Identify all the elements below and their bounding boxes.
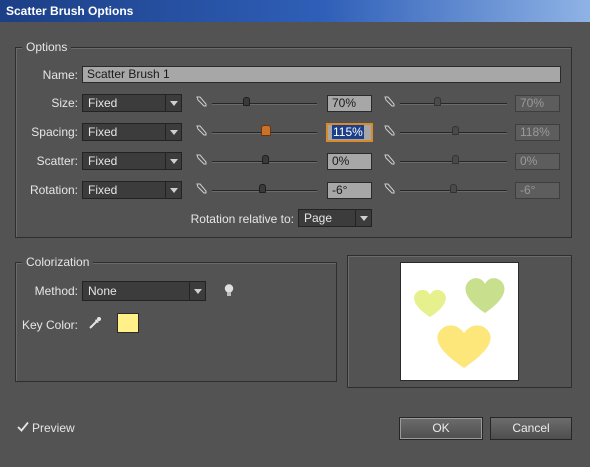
rotation-relative-select[interactable]: Page [298,209,372,227]
pressure-pen-icon [196,125,207,136]
heart-shape [465,278,505,313]
name-field[interactable]: Scatter Brush 1 [82,66,561,83]
pressure-pen-icon [196,96,207,107]
pressure-pen-icon [384,183,395,194]
method-select[interactable]: None [82,281,206,301]
scatter-mode-select[interactable]: Fixed [82,152,182,170]
scatter-slider-thumb[interactable] [262,155,269,164]
heart-shape [414,289,446,317]
scatter-max-slider-thumb [452,155,459,164]
cancel-button[interactable]: Cancel [490,417,572,440]
chevron-down-icon [165,182,181,198]
heart-shapes [414,278,505,368]
spacing-max-value-field: 118% [515,124,560,141]
rotation-max-slider-thumb [450,184,457,193]
chevron-down-icon [165,95,181,111]
pressure-pen-icon [384,125,395,136]
pressure-pen-icon [384,96,395,107]
chevron-down-icon [165,124,181,140]
preview-label[interactable]: Preview [32,421,75,435]
scatter-value-field[interactable]: 0% [327,153,372,170]
chevron-down-icon [355,210,371,226]
size-slider-thumb[interactable] [243,97,250,106]
size-slider-track[interactable] [212,103,317,105]
spacing-max-slider-thumb [452,126,459,135]
key-color-swatch[interactable] [117,313,139,333]
name-label: Name: [42,68,78,82]
size-max-value-field: 70% [515,95,560,112]
rotation-label: Rotation: [29,183,78,197]
scatter-max-value-field: 0% [515,153,560,170]
size-mode-select[interactable]: Fixed [82,94,182,112]
rotation-mode-select[interactable]: Fixed [82,181,182,199]
spacing-mode-select[interactable]: Fixed [82,123,182,141]
chevron-down-icon [189,282,205,300]
pressure-pen-icon [384,154,395,165]
rotation-relative-label: Rotation relative to: [190,212,294,226]
rotation-max-value-field: -6° [515,182,560,199]
pressure-pen-icon [196,183,207,194]
key-color-label: Key Color: [21,318,78,332]
window-title: Scatter Brush Options [0,0,590,22]
colorization-group-label: Colorization [22,255,94,269]
eyedropper-icon[interactable] [87,315,103,331]
spacing-slider-thumb[interactable] [261,125,271,136]
rotation-value-field[interactable]: -6° [327,182,372,199]
preview-checkbox[interactable] [17,421,29,433]
brush-preview [400,262,519,381]
size-max-slider-track [400,103,507,105]
size-max-slider-thumb [434,97,441,106]
size-label: Size: [51,96,78,110]
heart-shape [437,325,491,368]
size-value-field[interactable]: 70% [327,95,372,112]
scatter-label: Scatter: [36,154,78,168]
method-label: Method: [34,284,78,298]
chevron-down-icon [165,153,181,169]
ok-button[interactable]: OK [399,417,483,440]
spacing-value-field[interactable]: 115% [327,124,372,141]
spacing-label: Spacing: [31,125,78,139]
pressure-pen-icon [196,154,207,165]
options-group-label: Options [22,40,72,54]
rotation-slider-thumb[interactable] [259,184,266,193]
lightbulb-tips-icon[interactable] [223,283,235,298]
